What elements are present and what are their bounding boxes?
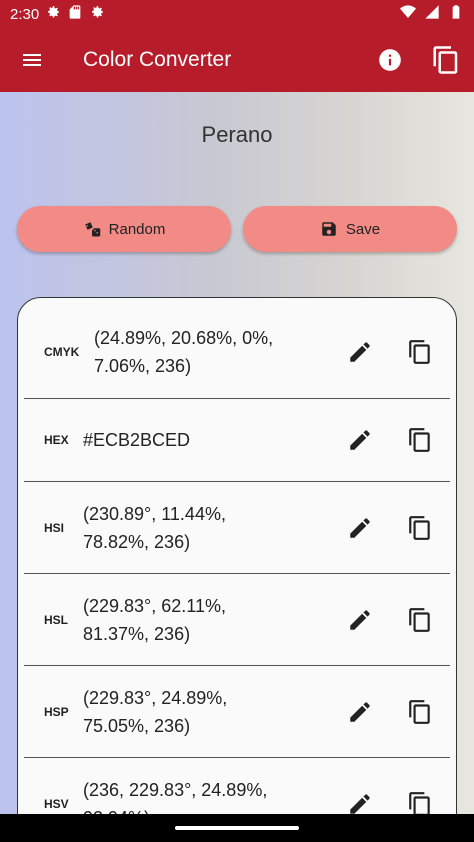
row-label: CMYK <box>44 345 80 359</box>
copy-icon <box>409 607 430 632</box>
pencil-icon <box>350 430 370 450</box>
edit-button[interactable] <box>330 498 390 558</box>
row-value-line: 92.94%) <box>83 804 330 814</box>
app-title: Color Converter <box>83 48 232 71</box>
info-icon <box>379 49 401 71</box>
copy-all-button[interactable] <box>418 28 474 92</box>
copy-button[interactable] <box>390 322 450 382</box>
pencil-icon <box>350 701 370 722</box>
row-hsv: HSV (236, 229.83°, 24.89%, 92.94%) <box>24 758 450 814</box>
edit-button[interactable] <box>330 682 390 742</box>
color-name: Perano <box>201 122 273 147</box>
menu-icon <box>23 54 41 66</box>
save-button-label: Save <box>345 220 381 238</box>
dice-icon <box>84 222 100 237</box>
row-value: (236, 229.83°, 24.89%, 92.94%) <box>83 776 330 814</box>
copy-icon <box>409 515 430 540</box>
pencil-icon <box>350 794 370 814</box>
random-button-label: Random <box>108 220 166 238</box>
copy-icon <box>409 340 430 364</box>
save-button[interactable]: Save <box>243 206 457 252</box>
row-hsl: HSL (229.83°, 62.11%, 81.37%, 236) <box>24 574 450 666</box>
copy-icon <box>433 46 458 74</box>
edit-button[interactable] <box>330 410 390 470</box>
pencil-icon <box>350 517 370 538</box>
row-value: (229.83°, 62.11%, 81.37%, 236) <box>83 592 330 648</box>
row-value-line: 75.05%, 236) <box>83 715 191 736</box>
row-hex: HEX #ECB2BCED <box>24 399 450 482</box>
settings-icon-2 <box>89 4 105 24</box>
pencil-icon <box>350 342 370 362</box>
copy-icon <box>409 792 430 814</box>
row-cmyk: CMYK (24.89%, 20.68%, 0%, 7.06%, 236) <box>24 306 450 399</box>
row-hsi: HSI (230.89°, 11.44%, 78.82%, 236) <box>24 482 450 574</box>
row-value-line: #ECB2BCED <box>83 430 191 450</box>
copy-button[interactable] <box>390 498 450 558</box>
row-hsp: HSP (229.83°, 24.89%, 75.05%, 236) <box>24 666 450 758</box>
row-value: (24.89%, 20.68%, 0%, 7.06%, 236) <box>94 324 330 380</box>
row-value-line: (229.83°, 24.89%, <box>83 687 228 708</box>
info-button[interactable] <box>362 28 418 92</box>
menu-button[interactable] <box>0 28 64 92</box>
edit-button[interactable] <box>330 322 390 382</box>
row-value: (230.89°, 11.44%, 78.82%, 236) <box>83 500 330 556</box>
row-value-line: 81.37%, 236) <box>83 623 191 644</box>
signal-icon <box>424 4 440 24</box>
copy-button[interactable] <box>390 410 450 470</box>
row-value-line: (236, 229.83°, 24.89%, <box>83 780 268 800</box>
content-area: Perano Random Save CMYK (24.89%, 20.68%,… <box>0 92 474 814</box>
settings-icon <box>45 4 61 24</box>
row-value: #ECB2BCED <box>83 426 330 454</box>
copy-icon <box>409 428 430 452</box>
battery-icon <box>448 4 464 24</box>
random-button[interactable]: Random <box>17 206 231 252</box>
copy-icon <box>409 699 430 724</box>
pencil-icon <box>350 609 370 630</box>
copy-button[interactable] <box>390 590 450 650</box>
home-gesture-handle[interactable] <box>175 826 299 830</box>
status-bar: 2:30 <box>0 0 474 28</box>
row-value-line: 78.82%, 236) <box>83 531 191 552</box>
sd-card-icon <box>67 4 83 24</box>
save-icon <box>322 222 336 236</box>
app-bar: Color Converter <box>0 28 474 92</box>
row-value-line: (24.89%, 20.68%, 0%, <box>94 328 274 348</box>
edit-button[interactable] <box>330 590 390 650</box>
navigation-bar <box>0 814 474 842</box>
row-value-line: (229.83°, 62.11%, <box>83 595 226 616</box>
wifi-icon <box>400 4 416 24</box>
status-time: 2:30 <box>10 5 40 23</box>
edit-button[interactable] <box>330 774 390 814</box>
color-values-card: CMYK (24.89%, 20.68%, 0%, 7.06%, 236) HE… <box>17 297 457 814</box>
row-value-line: (230.89°, 11.44%, <box>83 503 226 524</box>
copy-button[interactable] <box>390 774 450 814</box>
row-value: (229.83°, 24.89%, 75.05%, 236) <box>83 684 330 740</box>
row-value-line: 7.06%, 236) <box>94 356 192 376</box>
copy-button[interactable] <box>390 682 450 742</box>
